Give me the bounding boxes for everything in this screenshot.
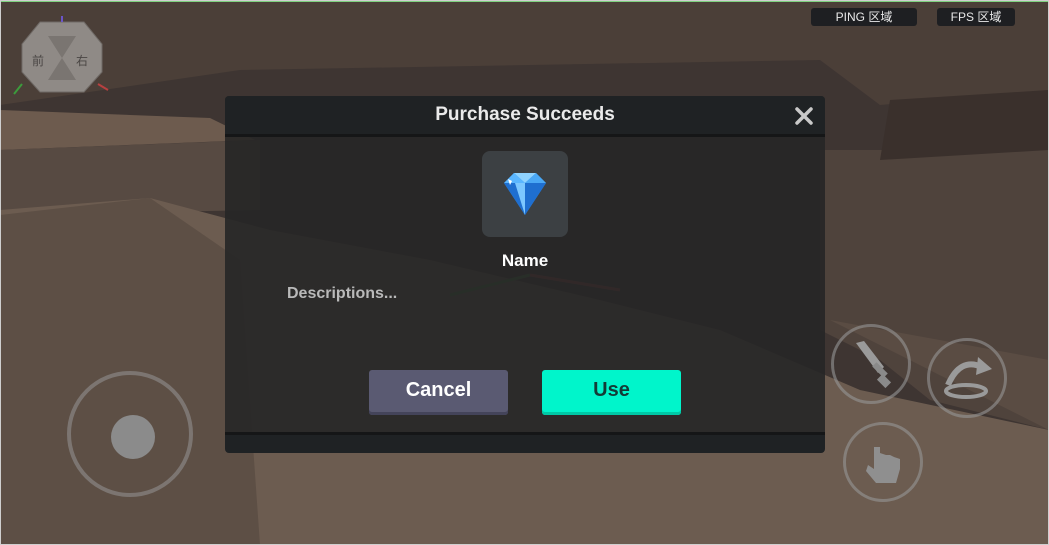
attack-button[interactable] (831, 324, 911, 404)
hand-icon (866, 447, 900, 483)
close-button[interactable] (791, 105, 817, 127)
window-top-border (0, 0, 1049, 2)
jump-icon (944, 357, 992, 399)
view-gizmo[interactable]: 前 右 (10, 14, 118, 102)
ping-indicator: PING 区域 (811, 8, 917, 26)
item-description: Descriptions... (287, 285, 398, 302)
dialog-title: Purchase Succeeds (435, 104, 615, 125)
joystick-knob[interactable] (111, 415, 155, 459)
jump-button[interactable] (927, 338, 1007, 418)
fps-indicator: FPS 区域 (937, 8, 1015, 26)
grab-button[interactable] (843, 422, 923, 502)
diamond-icon (504, 173, 546, 215)
item-icon-tile (482, 151, 568, 237)
item-name: Name (501, 251, 549, 270)
dialog-footer (225, 432, 825, 453)
sword-icon (856, 341, 892, 389)
movement-joystick[interactable] (67, 371, 193, 497)
view-cube-icon (13, 16, 109, 95)
gizmo-right-label: 右 (76, 54, 89, 68)
use-button[interactable]: Use (542, 370, 681, 415)
gizmo-front-label: 前 (32, 54, 45, 68)
purchase-dialog: Purchase Succeeds Name Descriptions... C… (225, 96, 825, 453)
cancel-button[interactable]: Cancel (369, 370, 508, 415)
close-icon (795, 107, 813, 125)
